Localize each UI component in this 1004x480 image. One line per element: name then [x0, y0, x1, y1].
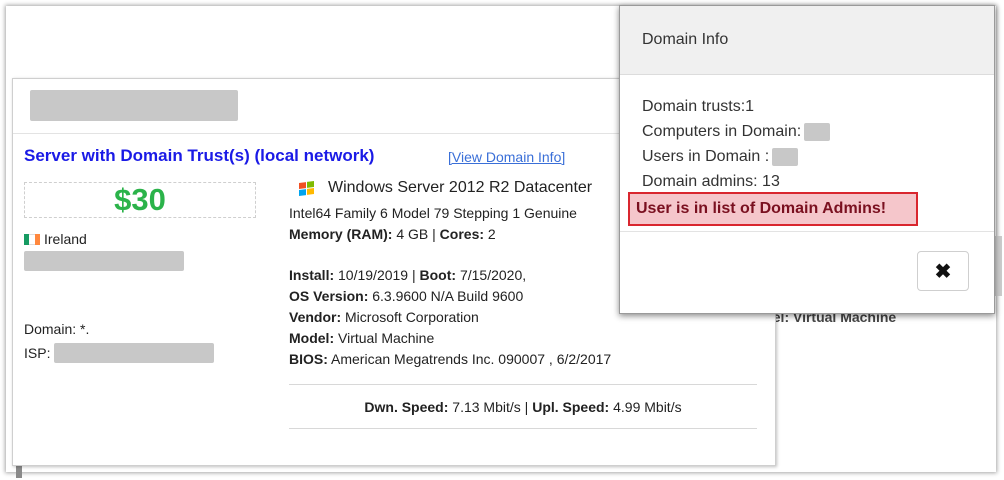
- cores-value: 2: [487, 226, 496, 242]
- price-box: $30: [24, 182, 256, 218]
- users-row: Users in Domain :: [642, 144, 830, 169]
- redacted-computers-count: [804, 122, 831, 141]
- view-domain-info-link[interactable]: [View Domain Info]: [448, 149, 565, 165]
- download-value: 7.13 Mbit/s: [452, 399, 521, 415]
- modal-title: Domain Info: [642, 31, 729, 48]
- divider-bottom: [289, 428, 757, 429]
- bios-label: BIOS:: [289, 351, 328, 367]
- country-name: Ireland: [44, 231, 87, 247]
- domain-info-modal: Domain Info Domain trusts:1 Computers in…: [619, 5, 995, 314]
- users-label: Users in Domain :: [642, 148, 770, 165]
- install-value: 10/19/2019: [338, 267, 409, 283]
- model-value: Virtual Machine: [338, 330, 435, 346]
- modal-header: Domain Info: [620, 6, 994, 75]
- redacted-users-count: [772, 147, 799, 166]
- install-row: Install: 10/19/2019 | Boot: 7/15/2020,: [289, 267, 526, 283]
- divider-top: [289, 384, 757, 385]
- computers-row: Computers in Domain:: [642, 119, 831, 144]
- bios-row: BIOS: American Megatrends Inc. 090007 , …: [289, 351, 611, 367]
- domain-label: Domain: *.: [24, 321, 90, 337]
- vendor-label: Vendor:: [289, 309, 342, 325]
- memory-value: 4 GB: [396, 226, 429, 242]
- download-label: Dwn. Speed:: [364, 399, 449, 415]
- separator: |: [411, 267, 416, 283]
- redacted-isp: [54, 343, 215, 363]
- computers-label: Computers in Domain:: [642, 123, 802, 140]
- os-version-row: OS Version: 6.3.9600 N/A Build 9600: [289, 288, 523, 304]
- cores-label: Cores:: [439, 226, 485, 242]
- redacted-header: [30, 90, 238, 121]
- background-scrollbar: [994, 236, 1002, 296]
- ireland-flag-icon: [24, 233, 40, 245]
- memory-row: Memory (RAM): 4 GB | Cores: 2: [289, 226, 496, 242]
- bios-value: American Megatrends Inc. 090007 , 6/2/20…: [331, 351, 612, 367]
- install-label: Install:: [289, 267, 335, 283]
- modal-footer-divider: [620, 231, 994, 232]
- domain-trusts: Domain trusts:1: [642, 98, 755, 115]
- os-row: Windows Server 2012 R2 Datacenter: [299, 179, 592, 197]
- isp-label: ISP:: [24, 345, 51, 361]
- memory-label: Memory (RAM):: [289, 226, 393, 242]
- modal-body: Domain trusts:1 Computers in Domain: Use…: [642, 94, 831, 194]
- upload-value: 4.99 Mbit/s: [613, 399, 682, 415]
- boot-value: 7/15/2020,: [459, 267, 527, 283]
- domain-admin-alert: User is in list of Domain Admins!: [628, 192, 918, 226]
- os-version-value: 6.3.9600 N/A Build 9600: [372, 288, 524, 304]
- os-version-label: OS Version:: [289, 288, 369, 304]
- vendor-value: Microsoft Corporation: [345, 309, 479, 325]
- os-name: Windows Server 2012 R2 Datacenter: [328, 179, 593, 196]
- isp-row: ISP:: [24, 343, 215, 363]
- domain-admins: Domain admins: 13: [642, 173, 780, 190]
- close-icon: ✖: [934, 260, 952, 283]
- server-title: Server with Domain Trust(s) (local netwo…: [24, 146, 375, 165]
- separator: |: [432, 226, 436, 242]
- boot-label: Boot:: [419, 267, 457, 283]
- model-row: Model: Virtual Machine: [289, 330, 434, 346]
- vendor-row: Vendor: Microsoft Corporation: [289, 309, 479, 325]
- separator: |: [524, 399, 529, 415]
- upload-label: Upl. Speed:: [532, 399, 610, 415]
- price: $30: [114, 182, 166, 217]
- model-label: Model:: [289, 330, 335, 346]
- country-row: Ireland: [24, 231, 87, 247]
- windows-logo-icon: [299, 180, 314, 196]
- redacted-location: [24, 251, 184, 271]
- cpu-info: Intel64 Family 6 Model 79 Stepping 1 Gen…: [289, 205, 577, 221]
- speed-row: Dwn. Speed: 7.13 Mbit/s | Upl. Speed: 4.…: [289, 399, 757, 415]
- close-button[interactable]: ✖: [917, 251, 969, 291]
